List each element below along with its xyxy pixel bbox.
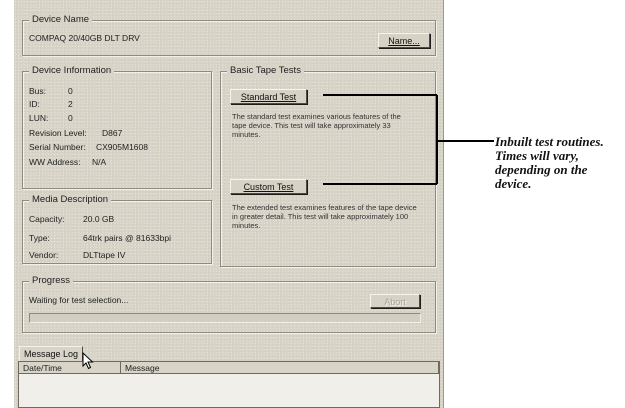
annotation-text: Inbuilt test routines. Times will vary, … (495, 135, 623, 191)
annotation-line: depending on the (495, 163, 588, 177)
annotation-line: device. (495, 177, 532, 191)
annotation-line: Inbuilt test routines. (495, 135, 604, 149)
callout-bracket (323, 94, 494, 185)
annotation-line: Times will vary, (495, 149, 579, 163)
